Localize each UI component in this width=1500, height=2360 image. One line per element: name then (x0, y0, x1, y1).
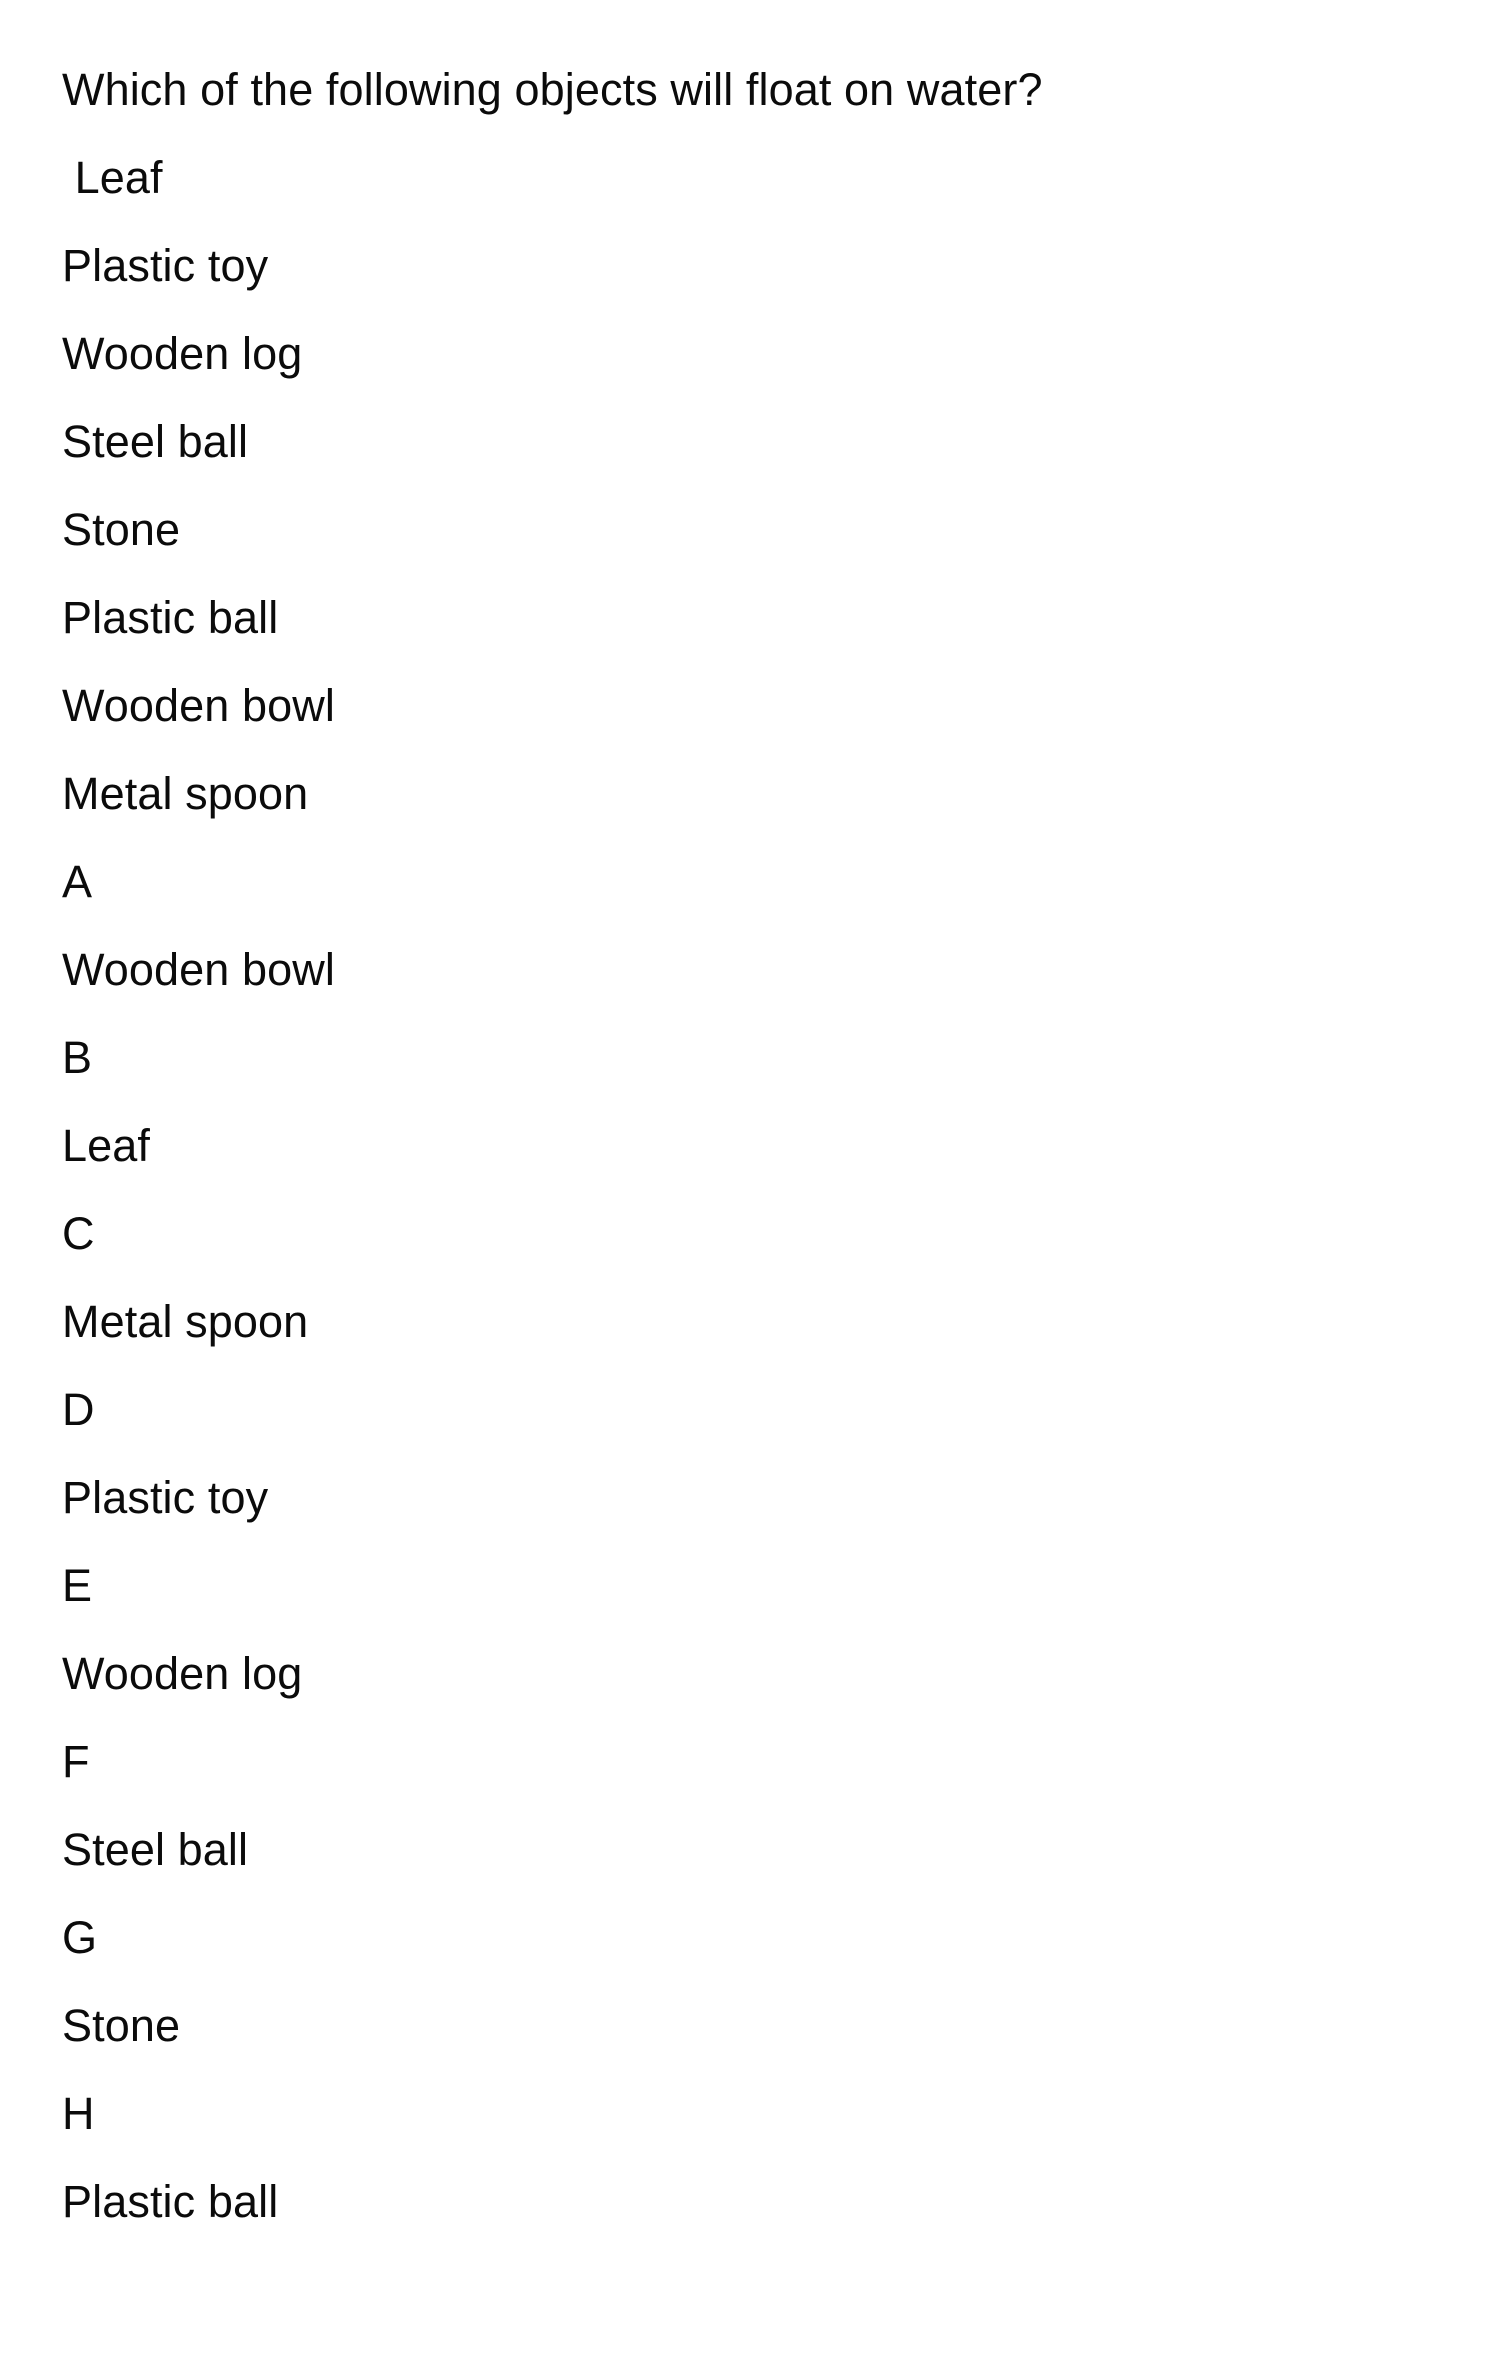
object-item-wooden-log: Wooden log (62, 328, 303, 379)
object-item-plastic-ball: Plastic ball (62, 592, 279, 643)
choice-text-b[interactable]: Leaf (62, 1102, 1462, 1190)
object-item-plastic-toy: Plastic toy (62, 240, 269, 291)
question-title: Which of the following objects will floa… (62, 64, 1043, 115)
object-item-steel-ball: Steel ball (62, 416, 249, 467)
object-item-metal-spoon: Metal spoon (62, 768, 309, 819)
choice-letter-a[interactable]: A (62, 838, 1462, 926)
object-item-stone: Stone (62, 504, 181, 555)
choice-letter-b[interactable]: B (62, 1014, 1462, 1102)
object-item-leaf: Leaf (62, 152, 163, 203)
choice-letter-g[interactable]: G (62, 1894, 1462, 1982)
object-item-wooden-bowl: Wooden bowl (62, 680, 335, 731)
choice-letter-c[interactable]: C (62, 1190, 1462, 1278)
choice-text-c[interactable]: Metal spoon (62, 1278, 1462, 1366)
choice-text-e[interactable]: Wooden log (62, 1630, 1462, 1718)
choice-text-d[interactable]: Plastic toy (62, 1454, 1462, 1542)
choice-letter-h[interactable]: H (62, 2070, 1462, 2158)
choice-letter-d[interactable]: D (62, 1366, 1462, 1454)
choice-text-g[interactable]: Stone (62, 1982, 1462, 2070)
choice-letter-f[interactable]: F (62, 1718, 1462, 1806)
choice-text-f[interactable]: Steel ball (62, 1806, 1462, 1894)
choice-letter-e[interactable]: E (62, 1542, 1462, 1630)
document-page: Which of the following objects will floa… (0, 0, 1500, 2360)
choice-text-a[interactable]: Wooden bowl (62, 926, 1462, 1014)
choice-text-h[interactable]: Plastic ball (62, 2158, 1462, 2246)
question-content: Which of the following objects will floa… (62, 46, 1462, 2246)
